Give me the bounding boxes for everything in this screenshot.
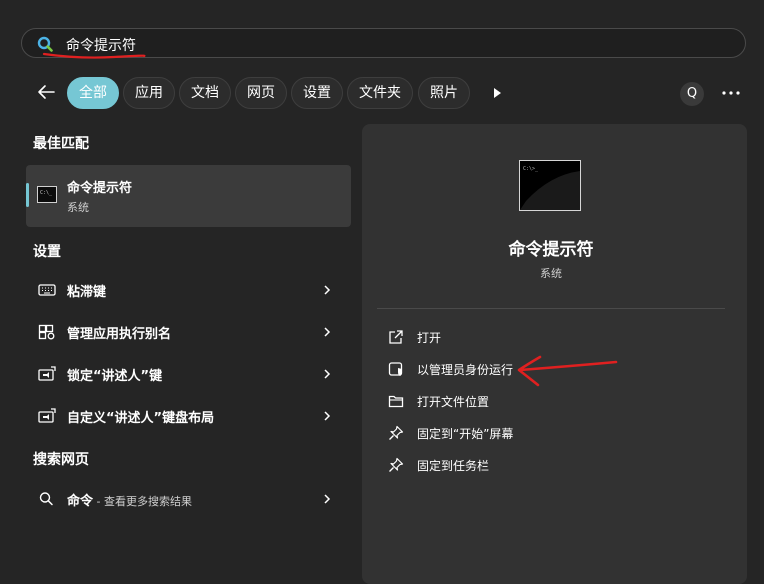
action-run-as-admin[interactable]: 以管理员身份运行 (382, 358, 582, 382)
chevron-right-icon (324, 494, 331, 504)
action-label: 以管理员身份运行 (417, 363, 514, 377)
shield-run-icon (388, 362, 403, 376)
divider (377, 308, 725, 309)
action-label: 打开文件位置 (417, 395, 490, 409)
play-icon[interactable] (489, 85, 505, 101)
search-icon (39, 492, 53, 506)
filter-apps[interactable]: 应用 (123, 77, 175, 109)
chevron-right-icon (324, 369, 331, 379)
settings-item-sticky-keys[interactable]: 粘滞键 (26, 271, 351, 309)
action-open-file-location[interactable]: 打开文件位置 (382, 390, 582, 414)
web-search-item[interactable]: 命令 - 查看更多搜索结果 (26, 480, 351, 518)
command-prompt-icon: C:\>_ (519, 160, 581, 211)
cmd-prompt-text: C:\>_ (523, 166, 539, 172)
preview-title: 命令提示符 (508, 240, 594, 260)
search-icon (37, 36, 53, 52)
best-match-subtitle: 系统 (67, 201, 89, 214)
svg-text:C:\_: C:\_ (40, 190, 53, 196)
filter-web[interactable]: 网页 (235, 77, 287, 109)
narrator-icon (38, 366, 56, 381)
settings-item-label: 自定义“讲述人”键盘布局 (67, 411, 215, 426)
preview-pane: C:\>_ 命令提示符 系统 打开 以管理员身份运行 打开文件位置 固定到“开始… (362, 124, 747, 584)
settings-header: 设置 (33, 244, 61, 260)
action-label: 固定到任务栏 (417, 459, 490, 473)
best-match-header: 最佳匹配 (33, 136, 89, 152)
web-search-query: 命令 (67, 494, 94, 509)
filter-photos[interactable]: 照片 (418, 77, 470, 109)
web-search-label: 命令 - 查看更多搜索结果 (67, 490, 192, 509)
keyboard-icon (38, 284, 56, 296)
settings-item-narrator-layout[interactable]: 自定义“讲述人”键盘布局 (26, 397, 351, 435)
filter-all[interactable]: 全部 (67, 77, 119, 109)
command-prompt-icon: C:\_ (37, 186, 57, 203)
filter-documents[interactable]: 文档 (179, 77, 231, 109)
settings-item-label: 锁定“讲述人”键 (67, 369, 163, 384)
filter-folders[interactable]: 文件夹 (347, 77, 413, 109)
preview-subtitle: 系统 (540, 267, 562, 280)
settings-item-app-alias[interactable]: 管理应用执行别名 (26, 313, 351, 351)
settings-item-label: 粘滞键 (67, 285, 107, 300)
chevron-right-icon (324, 411, 331, 421)
search-box[interactable]: 命令提示符 (21, 28, 746, 58)
chevron-right-icon (324, 327, 331, 337)
pin-icon (389, 425, 404, 440)
action-label: 固定到“开始”屏幕 (417, 427, 514, 441)
open-external-icon (389, 330, 403, 344)
settings-item-narrator-key[interactable]: 锁定“讲述人”键 (26, 355, 351, 393)
narrator-icon (38, 408, 56, 423)
web-search-suffix: - 查看更多搜索结果 (93, 495, 192, 508)
more-options-icon[interactable] (720, 83, 742, 103)
search-input[interactable]: 命令提示符 (66, 35, 136, 55)
web-search-header: 搜索网页 (33, 452, 89, 468)
back-arrow-icon[interactable] (34, 80, 58, 104)
filter-settings[interactable]: 设置 (291, 77, 343, 109)
account-avatar[interactable]: Q (680, 82, 704, 106)
selection-accent (26, 183, 29, 207)
best-match-item[interactable]: C:\_ 命令提示符 系统 (26, 165, 351, 227)
action-label: 打开 (417, 331, 442, 345)
action-open[interactable]: 打开 (382, 326, 582, 350)
folder-icon (388, 395, 404, 408)
action-pin-to-start[interactable]: 固定到“开始”屏幕 (382, 422, 582, 446)
pin-icon (389, 457, 404, 472)
settings-item-label: 管理应用执行别名 (67, 327, 172, 342)
app-settings-icon (38, 324, 55, 340)
action-pin-to-taskbar[interactable]: 固定到任务栏 (382, 454, 582, 478)
chevron-right-icon (324, 285, 331, 295)
best-match-title: 命令提示符 (67, 181, 133, 196)
